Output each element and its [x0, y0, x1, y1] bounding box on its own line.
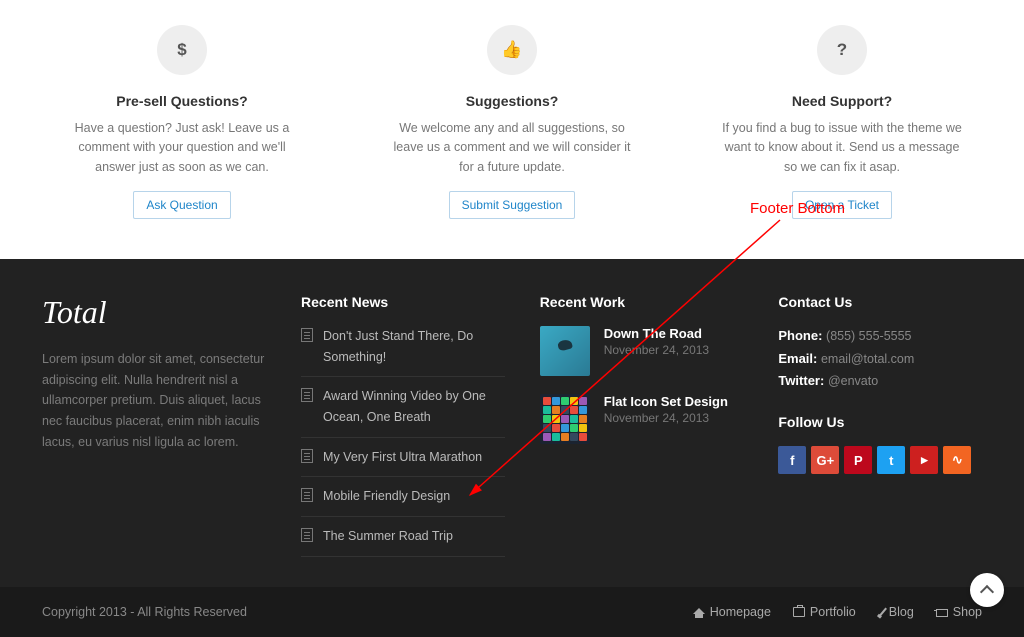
news-item[interactable]: Award Winning Video by One Ocean, One Br…: [301, 377, 505, 437]
feature-title: Pre-sell Questions?: [57, 93, 307, 109]
nav-portfolio[interactable]: Portfolio: [793, 602, 856, 623]
question-icon: ?: [817, 25, 867, 75]
copyright-text: Copyright 2013 - All Rights Reserved: [42, 602, 247, 623]
footer-nav: Homepage Portfolio Blog Shop: [693, 602, 982, 623]
feature-desc: Have a question? Just ask! Leave us a co…: [57, 119, 307, 177]
footer: Total Lorem ipsum dolor sit amet, consec…: [0, 259, 1024, 637]
nav-blog[interactable]: Blog: [878, 602, 914, 623]
recent-news-heading: Recent News: [301, 294, 505, 310]
news-link[interactable]: Mobile Friendly Design: [323, 486, 450, 507]
google-plus-icon[interactable]: G+: [811, 446, 839, 474]
nav-homepage[interactable]: Homepage: [693, 602, 771, 623]
work-title: Flat Icon Set Design: [604, 394, 728, 409]
feature-support: ? Need Support? If you find a bug to iss…: [717, 25, 967, 219]
contact-phone: Phone: (855) 555-5555: [778, 326, 982, 347]
feature-suggestions: 👍 Suggestions? We welcome any and all su…: [387, 25, 637, 219]
annotation-label: Footer Bottom: [750, 200, 845, 217]
document-icon: [301, 328, 313, 342]
feature-desc: We welcome any and all suggestions, so l…: [387, 119, 637, 177]
footer-contact: Contact Us Phone: (855) 555-5555 Email: …: [778, 294, 982, 556]
home-icon: [693, 608, 705, 614]
youtube-icon[interactable]: ▸: [910, 446, 938, 474]
ask-question-button[interactable]: Ask Question: [133, 191, 230, 219]
footer-recent-news: Recent News Don't Just Stand There, Do S…: [301, 294, 505, 556]
footer-about: Total Lorem ipsum dolor sit amet, consec…: [42, 294, 266, 556]
feature-presell: $ Pre-sell Questions? Have a question? J…: [57, 25, 307, 219]
news-item[interactable]: The Summer Road Trip: [301, 517, 505, 557]
dollar-icon: $: [157, 25, 207, 75]
blog-icon: [879, 607, 887, 616]
feature-title: Need Support?: [717, 93, 967, 109]
document-icon: [301, 488, 313, 502]
contact-twitter: Twitter: @envato: [778, 371, 982, 392]
news-link[interactable]: My Very First Ultra Marathon: [323, 447, 482, 468]
work-item[interactable]: Flat Icon Set Design November 24, 2013: [540, 394, 744, 444]
footer-bottom: Copyright 2013 - All Rights Reserved Hom…: [0, 587, 1024, 637]
footer-recent-work: Recent Work Down The Road November 24, 2…: [540, 294, 744, 556]
nav-shop[interactable]: Shop: [936, 602, 982, 623]
feature-title: Suggestions?: [387, 93, 637, 109]
feature-desc: If you find a bug to issue with the them…: [717, 119, 967, 177]
work-title: Down The Road: [604, 326, 709, 341]
facebook-icon[interactable]: f: [778, 446, 806, 474]
news-link[interactable]: Don't Just Stand There, Do Something!: [323, 326, 505, 367]
shop-icon: [936, 609, 948, 617]
news-item[interactable]: My Very First Ultra Marathon: [301, 438, 505, 478]
thumbs-up-icon: 👍: [487, 25, 537, 75]
logo: Total: [42, 294, 266, 331]
news-link[interactable]: Award Winning Video by One Ocean, One Br…: [323, 386, 505, 427]
submit-suggestion-button[interactable]: Submit Suggestion: [449, 191, 576, 219]
news-item[interactable]: Mobile Friendly Design: [301, 477, 505, 517]
about-text: Lorem ipsum dolor sit amet, consectetur …: [42, 349, 266, 452]
pinterest-icon[interactable]: P: [844, 446, 872, 474]
work-date: November 24, 2013: [604, 411, 728, 425]
portfolio-icon: [793, 607, 805, 617]
work-thumbnail: [540, 394, 590, 444]
news-link[interactable]: The Summer Road Trip: [323, 526, 453, 547]
document-icon: [301, 449, 313, 463]
work-thumbnail: [540, 326, 590, 376]
work-date: November 24, 2013: [604, 343, 709, 357]
news-item[interactable]: Don't Just Stand There, Do Something!: [301, 326, 505, 377]
document-icon: [301, 528, 313, 542]
twitter-icon[interactable]: t: [877, 446, 905, 474]
recent-work-heading: Recent Work: [540, 294, 744, 310]
contact-heading: Contact Us: [778, 294, 982, 310]
rss-icon[interactable]: ∿: [943, 446, 971, 474]
follow-heading: Follow Us: [778, 414, 982, 430]
document-icon: [301, 388, 313, 402]
features-row: $ Pre-sell Questions? Have a question? J…: [0, 0, 1024, 259]
work-item[interactable]: Down The Road November 24, 2013: [540, 326, 744, 376]
contact-email: Email: email@total.com: [778, 349, 982, 370]
scroll-to-top-button[interactable]: [970, 573, 1004, 607]
